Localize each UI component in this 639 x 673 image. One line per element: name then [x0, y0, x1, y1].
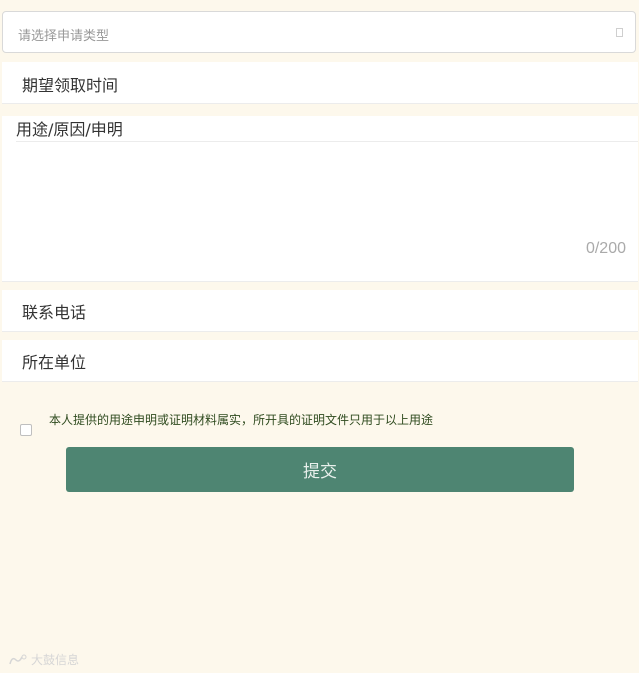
application-form-page: 请选择申请类型 期望领取时间 用途/原因/申明 0/200 联系电话 所在单位 …: [0, 0, 639, 673]
unit-field[interactable]: 所在单位: [2, 340, 638, 382]
reason-textarea[interactable]: [16, 144, 626, 252]
watermark-text: 大鼓信息: [31, 653, 80, 667]
submit-button[interactable]: 提交: [66, 447, 574, 492]
phone-field[interactable]: 联系电话: [2, 290, 638, 332]
pickup-time-label: 期望领取时间: [22, 76, 119, 95]
agreement-text: 本人提供的用途申明或证明材料属实，所开具的证明文件只用于以上用途: [49, 413, 434, 427]
reason-divider: [16, 141, 638, 142]
application-type-select[interactable]: 请选择申请类型: [2, 11, 636, 53]
watermark: 大鼓信息: [8, 651, 79, 668]
phone-label: 联系电话: [22, 303, 87, 322]
reason-char-counter: 0/200: [585, 240, 626, 257]
agreement-row: 本人提供的用途申明或证明材料属实，所开具的证明文件只用于以上用途: [0, 405, 639, 445]
unit-label: 所在单位: [22, 353, 87, 372]
pickup-time-field[interactable]: 期望领取时间: [2, 62, 638, 104]
watermark-logo-icon: [9, 654, 27, 664]
application-type-placeholder: 请选择申请类型: [18, 29, 110, 44]
reason-label: 用途/原因/申明: [16, 120, 123, 139]
select-caret-icon: [616, 28, 623, 37]
reason-field: 用途/原因/申明 0/200: [2, 116, 638, 282]
agreement-checkbox[interactable]: [20, 424, 32, 436]
